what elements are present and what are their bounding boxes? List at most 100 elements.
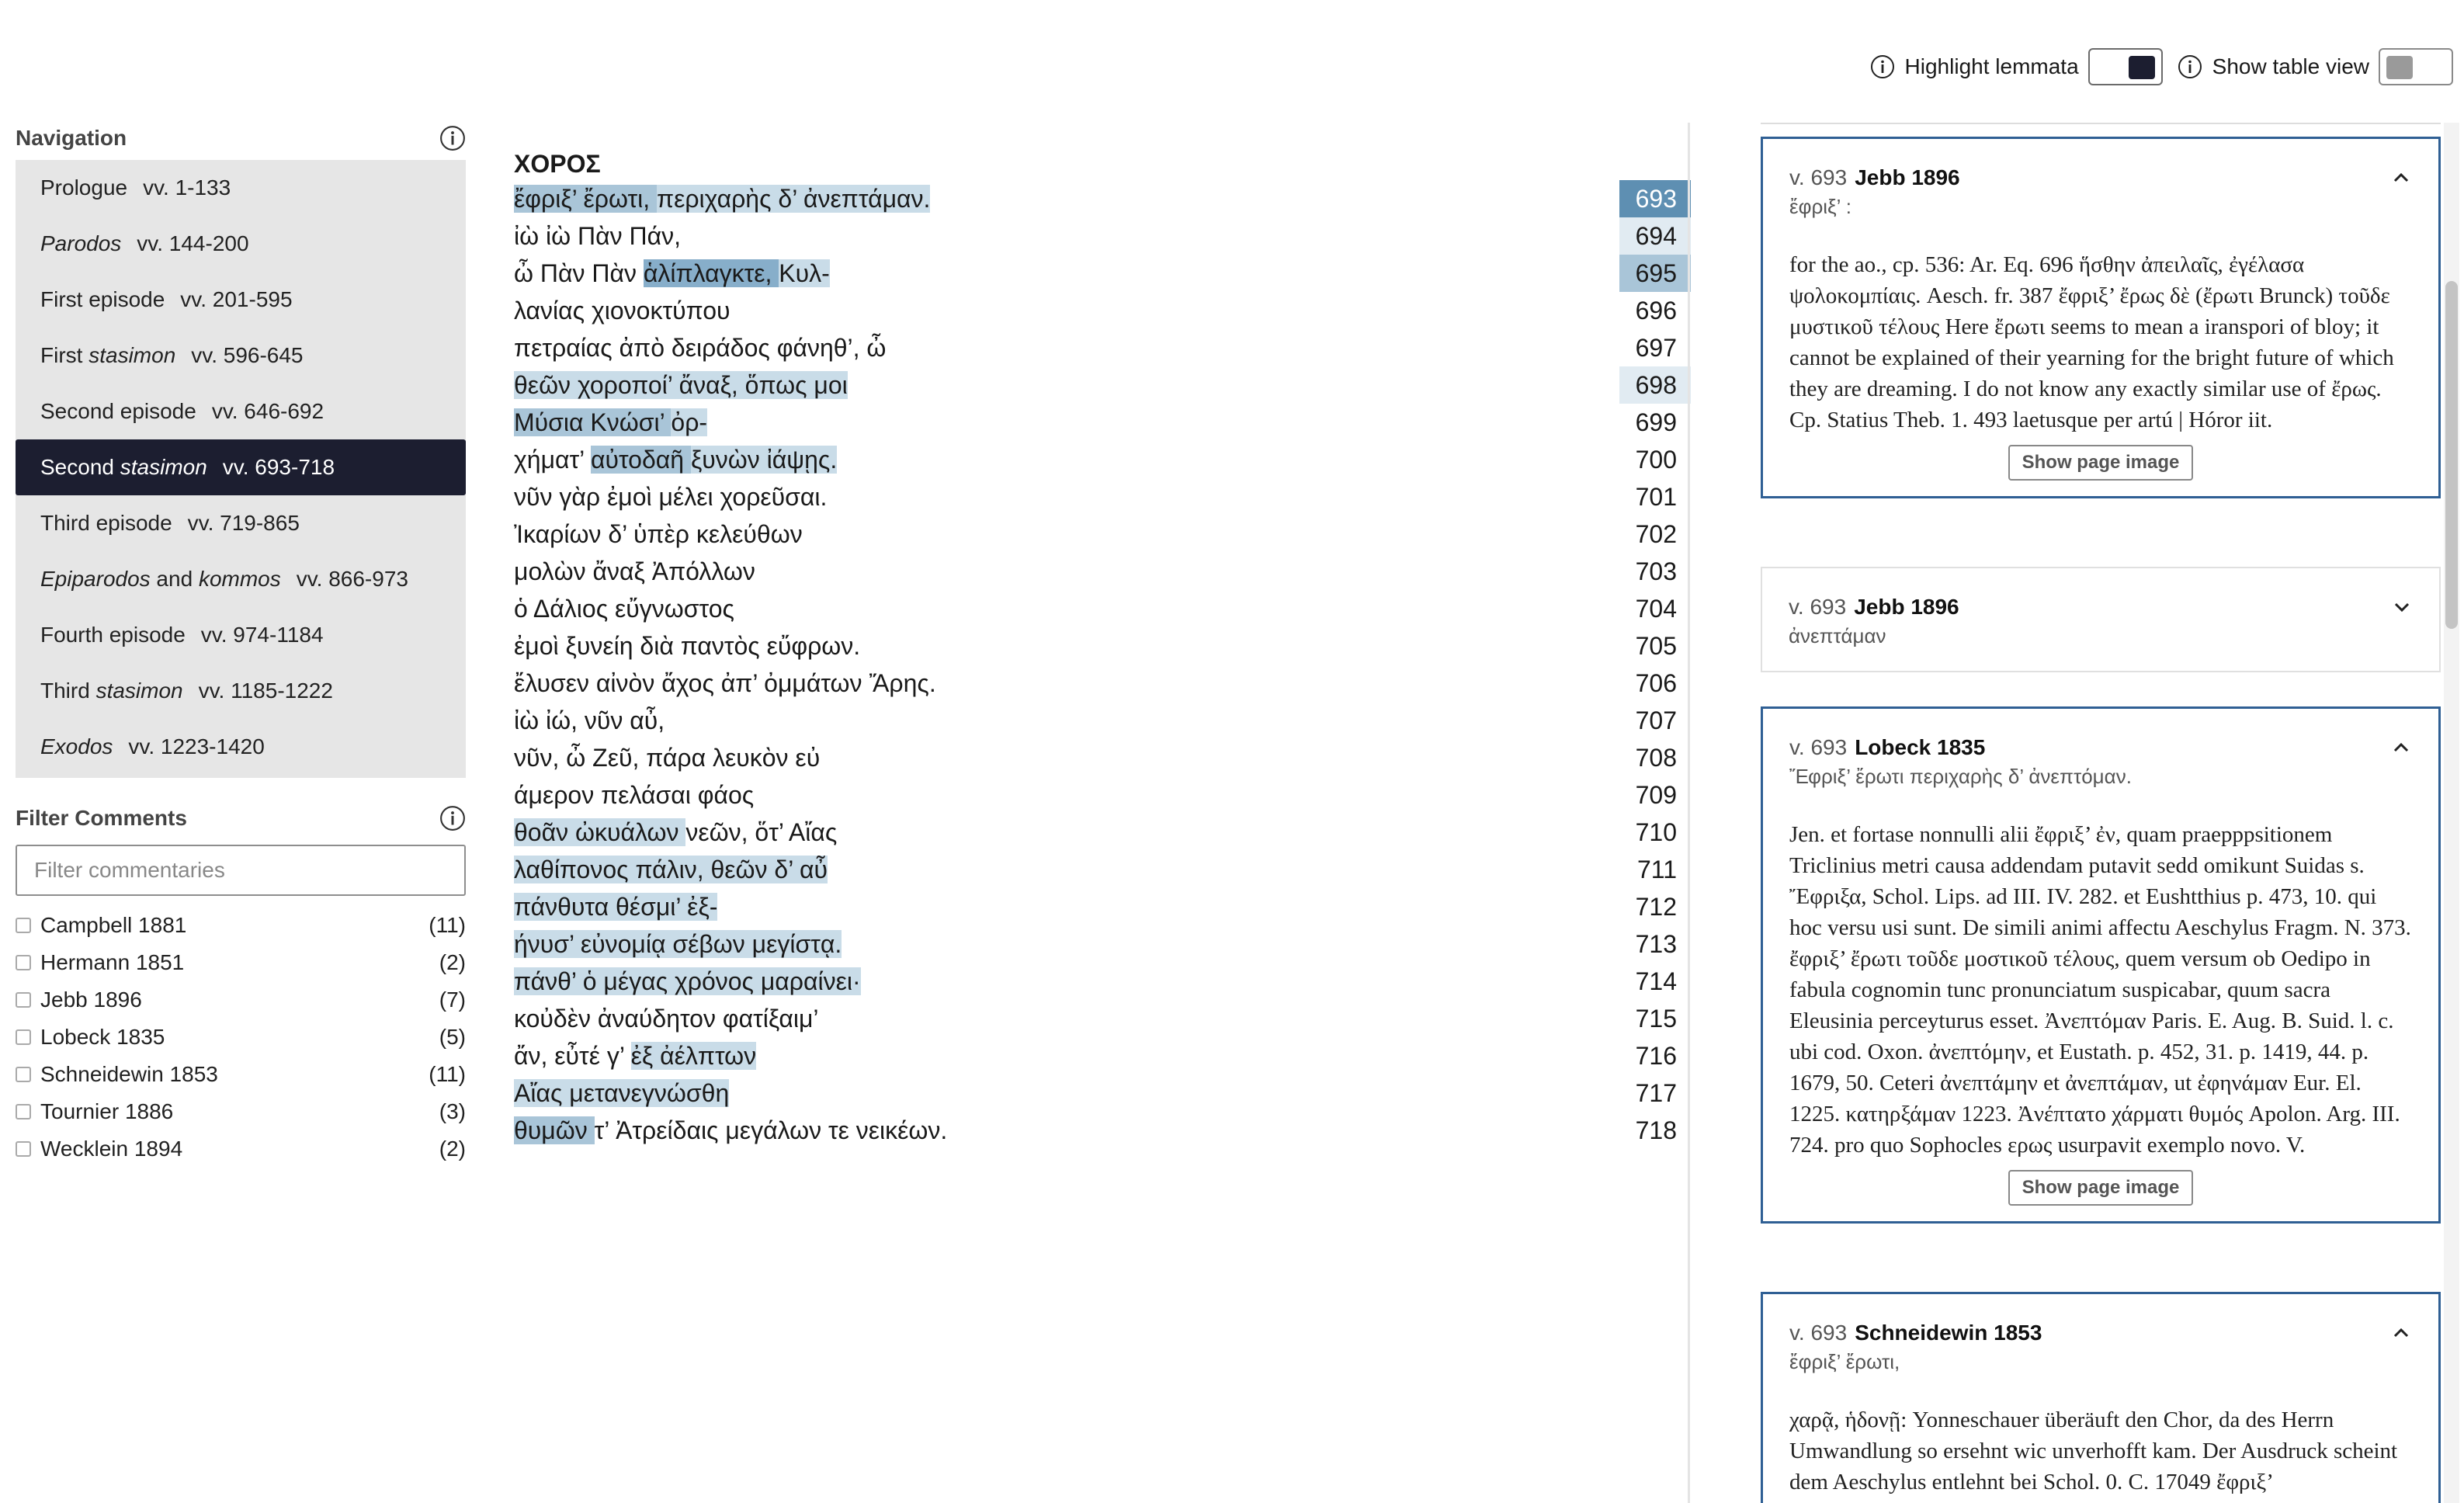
filter-option[interactable]: Lobeck 1835 (5) [16,1019,466,1056]
nav-item-verses: vv. 1-133 [143,175,231,200]
nav-item-label: Second episode [40,399,196,423]
filter-commentaries-input[interactable] [16,845,466,896]
lemma-highlight[interactable]: θοᾶν ὠκυάλων [514,817,686,846]
verse-number[interactable]: 695 [1619,255,1691,292]
lemma-highlight[interactable]: ἐξ ἀέλπτων [630,1041,757,1070]
highlight-lemmata-toggle[interactable] [2087,48,2163,85]
verse-number[interactable]: 701 [1619,478,1691,515]
nav-item-verses: vv. 693-718 [222,455,335,479]
verse-number[interactable]: 702 [1619,515,1691,553]
verse-number[interactable]: 706 [1619,665,1691,702]
verse-number[interactable]: 711 [1619,851,1691,888]
info-icon[interactable] [439,125,466,151]
nav-item[interactable]: Epiparodos and kommos vv. 866-973 [16,551,466,607]
verse-segment: ὦ Πὰν Πὰν [514,259,644,287]
lemma-highlight[interactable]: λαθίπονος πάλιν, θεῶν δ’ αὖ [514,855,828,883]
verse-number[interactable]: 707 [1619,702,1691,739]
table-view-label: Show table view [2212,54,2369,78]
nav-item[interactable]: First episode vv. 201-595 [16,272,466,328]
verse-number[interactable]: 718 [1619,1112,1691,1149]
filter-checkbox[interactable] [16,1141,31,1157]
verse-number[interactable]: 710 [1619,814,1691,851]
lemma-highlight[interactable]: ἔφριξ’ ἔρωτι, [514,184,657,213]
verse-number[interactable]: 715 [1619,1000,1691,1037]
info-icon[interactable] [439,805,466,831]
nav-item[interactable]: Parodos vv. 144-200 [16,216,466,272]
verse-number[interactable]: 716 [1619,1037,1691,1074]
verse-number[interactable]: 698 [1619,366,1691,404]
show-page-image-button[interactable]: Show page image [2008,1170,2193,1206]
filter-option[interactable]: Jebb 1896 (7) [16,981,466,1019]
verse-number[interactable]: 713 [1619,925,1691,963]
table-view-toggle[interactable] [2379,48,2453,85]
nav-item[interactable]: Second episode vv. 646-692 [16,384,466,439]
nav-item[interactable]: Fourth episode vv. 974-1184 [16,607,466,663]
filter-option[interactable]: Schneidewin 1853 (11) [16,1056,466,1093]
filter-checkbox[interactable] [16,1029,31,1045]
previous-card-edge [1761,123,2441,126]
verse-number[interactable]: 704 [1619,590,1691,627]
filter-checkbox[interactable] [16,955,31,970]
commentary-header[interactable]: v. 693 Lobeck 1835 [1789,731,2412,765]
lemma-highlight[interactable]: πάνθυτα θέσμι’ ἐξ- [514,892,718,921]
nav-item[interactable]: Exodos vv. 1223-1420 [16,719,466,775]
verse-number[interactable]: 709 [1619,776,1691,814]
nav-item[interactable]: Third stasimon vv. 1185-1222 [16,663,466,719]
filter-checkbox[interactable] [16,918,31,933]
lemma-highlight[interactable]: ὀρ- [671,408,708,436]
verse-number[interactable]: 700 [1619,441,1691,478]
nav-item-verses: vv. 1223-1420 [128,734,265,758]
verse-line: ἰὼ ἰώ, νῦν αὖ, 707 [514,702,1690,739]
filter-option[interactable]: Hermann 1851 (2) [16,944,466,981]
commentary-header[interactable]: v. 693 Jebb 1896 [1789,590,2413,624]
filter-option[interactable]: Campbell 1881 (11) [16,907,466,944]
info-icon[interactable] [2177,54,2203,80]
nav-item[interactable]: Third episode vv. 719-865 [16,495,466,551]
verse-text: θεῶν χοροποί’ ἄναξ, ὅπως μοι [514,370,848,400]
verse-number[interactable]: 699 [1619,404,1691,441]
show-page-image-button[interactable]: Show page image [2008,445,2193,481]
filter-option[interactable]: Tournier 1886 (3) [16,1093,466,1130]
commentary-header[interactable]: v. 693 Jebb 1896 [1789,161,2412,195]
lemma-highlight[interactable]: περιχαρὴς δ’ ἀνεπτάμαν. [657,184,931,213]
lemma-highlight[interactable]: ἁλίπλαγκτε, [643,259,779,287]
info-icon[interactable] [1869,54,1896,80]
chevron-up-icon[interactable] [2390,167,2412,193]
chevron-up-icon[interactable] [2390,737,2412,762]
verse-number[interactable]: 703 [1619,553,1691,590]
scrollbar-thumb[interactable] [2445,281,2458,629]
verse-segment: άμερον πελάσαι φάος [514,780,755,809]
lemma-highlight[interactable]: θεῶν χοροποί’ ἄναξ, ὅπως μοι [514,370,848,399]
lemma-highlight[interactable]: ξυνὼν ἰάψῃς. [690,445,838,474]
nav-item[interactable]: Prologue vv. 1-133 [16,160,466,216]
lemma-highlight[interactable]: Κυλ- [779,259,830,287]
verse-number[interactable]: 714 [1619,963,1691,1000]
filter-checkbox[interactable] [16,992,31,1008]
lemma-highlight[interactable]: θυμῶν [514,1116,595,1144]
verse-text: νῦν γὰρ ἐμοὶ μέλει χορεῦσαι. [514,483,827,512]
lemma-highlight[interactable]: αὐτοδαῆ [590,445,691,474]
verse-number[interactable]: 696 [1619,292,1691,329]
verse-number[interactable]: 708 [1619,739,1691,776]
verse-number[interactable]: 717 [1619,1074,1691,1112]
filter-checkbox[interactable] [16,1104,31,1119]
verse-number[interactable]: 705 [1619,627,1691,665]
filter-checkbox[interactable] [16,1067,31,1082]
commentary-header[interactable]: v. 693 Schneidewin 1853 [1789,1316,2412,1350]
toggle-knob [2386,56,2413,79]
nav-item[interactable]: First stasimon vv. 596-645 [16,328,466,384]
filter-option[interactable]: Wecklein 1894 (2) [16,1130,466,1168]
verse-line: πάνθυτα θέσμι’ ἐξ- 712 [514,888,1690,925]
lemma-highlight[interactable]: ήνυσ’ εὐνομίᾳ σέβων μεγίστᾳ. [514,929,842,958]
chevron-up-icon[interactable] [2390,1322,2412,1348]
verse-number[interactable]: 693 [1619,180,1691,217]
verse-text: άμερον πελάσαι φάος [514,781,754,810]
nav-item[interactable]: Second stasimon vv. 693-718 [16,439,466,495]
verse-number[interactable]: 694 [1619,217,1691,255]
lemma-highlight[interactable]: πάνθ’ ὁ μέγας χρόνος μαραίνει· [514,967,861,995]
lemma-highlight[interactable]: Αἴας μετανεγνώσθη [514,1078,730,1107]
chevron-down-icon[interactable] [2391,596,2413,622]
lemma-highlight[interactable]: Μύσια Κνώσι’ [514,408,672,436]
verse-number[interactable]: 697 [1619,329,1691,366]
verse-number[interactable]: 712 [1619,888,1691,925]
